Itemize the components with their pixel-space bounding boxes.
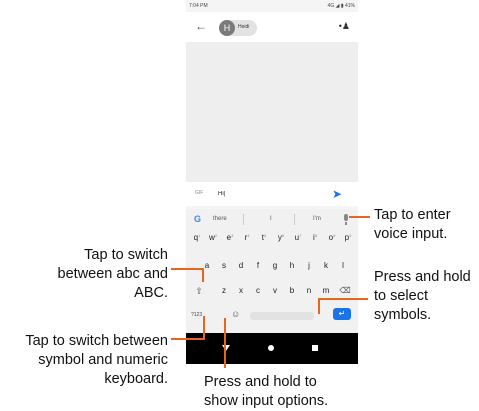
message-composer: GIF ➤ xyxy=(186,182,358,206)
key-f[interactable]: f xyxy=(251,261,265,270)
contact-chip[interactable]: H Heidi xyxy=(219,20,257,36)
callout-line-abc-vert xyxy=(202,268,204,282)
callout-voice-input: Tap to enter voice input. xyxy=(374,207,451,242)
callout-input-options: Press and hold to show input options. xyxy=(204,374,329,409)
add-people-icon[interactable]: •♟ xyxy=(339,21,350,32)
suggestion-bar: G there I I'm xyxy=(186,209,358,229)
key-y[interactable]: y6 xyxy=(274,233,288,242)
key-v[interactable]: v xyxy=(268,286,282,295)
keyboard: q1 w2 e3 r4 t5 y6 u7 i8 o9 p0 a s d f g … xyxy=(186,229,358,333)
nav-recents-icon[interactable] xyxy=(312,345,318,351)
status-indicators: 4G ◢ ▮ 41% xyxy=(327,3,355,9)
avatar: H xyxy=(219,20,235,36)
key-q[interactable]: q1 xyxy=(190,233,204,242)
callout-switch-abc: Tap to switch between abc and ABC. xyxy=(57,247,168,301)
key-s[interactable]: s xyxy=(217,261,231,270)
status-time: 7:04 PM xyxy=(189,3,208,9)
key-r[interactable]: r4 xyxy=(240,233,254,242)
divider xyxy=(294,214,295,225)
callout-line-symnum-vert xyxy=(203,316,205,340)
callout-switch-symbol-numeric: Tap to switch between symbol and numeric… xyxy=(25,333,168,387)
key-g[interactable]: g xyxy=(268,261,282,270)
key-b[interactable]: b xyxy=(285,286,299,295)
key-t[interactable]: t5 xyxy=(257,233,271,242)
key-c[interactable]: c xyxy=(251,286,265,295)
callout-line-symbols xyxy=(318,298,368,300)
send-icon[interactable]: ➤ xyxy=(332,187,342,201)
callout-line-symbols-vert xyxy=(318,298,320,314)
space-bar[interactable] xyxy=(250,312,314,320)
key-z[interactable]: z xyxy=(217,286,231,295)
navigation-bar xyxy=(186,333,358,364)
callout-select-symbols: Press and hold to select symbols. xyxy=(374,269,471,323)
conversation-header: ← H Heidi •♟ xyxy=(186,12,358,42)
key-o[interactable]: o9 xyxy=(325,233,339,242)
symbols-key[interactable]: ?123 xyxy=(191,312,202,318)
key-h[interactable]: h xyxy=(285,261,299,270)
callout-line-voice xyxy=(349,216,370,218)
callout-line-input-options xyxy=(224,318,226,368)
back-arrow-icon[interactable]: ← xyxy=(195,19,207,33)
suggestion-item[interactable]: I'm xyxy=(313,216,321,222)
key-m[interactable]: m xyxy=(319,286,333,295)
key-w[interactable]: w2 xyxy=(206,233,220,242)
gif-icon[interactable]: GIF xyxy=(195,190,203,196)
phone-screen: 7:04 PM 4G ◢ ▮ 41% ← H Heidi •♟ GIF ➤ G … xyxy=(186,0,358,364)
callout-line-abc xyxy=(171,268,203,270)
enter-key-icon[interactable]: ↵ xyxy=(333,308,351,320)
divider xyxy=(243,214,244,225)
key-n[interactable]: n xyxy=(302,286,316,295)
contact-name: Heidi xyxy=(238,24,250,30)
suggestion-item[interactable]: there xyxy=(213,216,227,222)
key-x[interactable]: x xyxy=(234,286,248,295)
key-l[interactable]: l xyxy=(336,261,350,270)
shift-key-icon[interactable]: ⇧ xyxy=(192,286,206,297)
key-j[interactable]: j xyxy=(302,261,316,270)
microphone-icon[interactable] xyxy=(344,214,348,225)
backspace-icon[interactable]: ⌫ xyxy=(338,286,352,295)
message-input[interactable] xyxy=(218,188,323,200)
emoji-icon[interactable]: ☺ xyxy=(231,309,240,319)
key-u[interactable]: u7 xyxy=(291,233,305,242)
key-e[interactable]: e3 xyxy=(223,233,237,242)
message-list xyxy=(186,42,358,182)
status-bar: 7:04 PM 4G ◢ ▮ 41% xyxy=(186,0,358,12)
suggestion-item[interactable]: I xyxy=(270,216,272,222)
nav-home-icon[interactable] xyxy=(268,345,274,351)
key-i[interactable]: i8 xyxy=(308,233,322,242)
key-k[interactable]: k xyxy=(319,261,333,270)
key-p[interactable]: p0 xyxy=(341,233,355,242)
google-logo-icon[interactable]: G xyxy=(194,214,201,224)
key-d[interactable]: d xyxy=(234,261,248,270)
callout-line-symnum xyxy=(171,338,204,340)
